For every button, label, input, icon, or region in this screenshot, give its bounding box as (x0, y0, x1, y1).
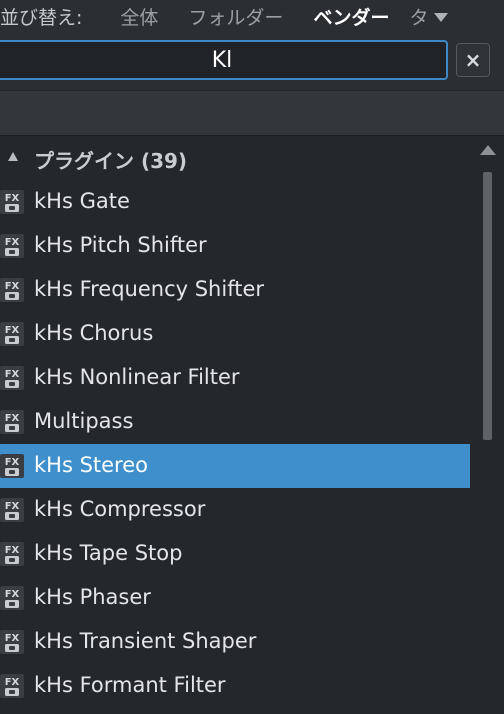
plugin-list-item-label: kHs Frequency Shifter (34, 277, 265, 301)
plugin-list-item-label: kHs Stereo (34, 453, 148, 477)
plugin-list-item[interactable]: FX kHs Nonlinear Filter (0, 356, 470, 400)
close-icon: × (464, 48, 482, 72)
search-row: × (0, 32, 504, 90)
svg-text:FX: FX (5, 413, 20, 424)
plugin-list-item-label: kHs Nonlinear Filter (34, 365, 240, 389)
plugin-list-item-label: kHs Phaser (34, 585, 151, 609)
plugin-list-item-label: kHs Tape Stop (34, 541, 183, 565)
plugin-list-item-label: kHs Gate (34, 189, 130, 213)
svg-text:FX: FX (5, 545, 20, 556)
fx-plugin-icon: FX (0, 190, 26, 216)
fx-plugin-icon: FX (0, 498, 26, 524)
svg-text:FX: FX (5, 369, 20, 380)
plugin-list-item[interactable]: FX kHs Gate (0, 180, 470, 224)
svg-text:FX: FX (5, 281, 20, 292)
plugin-browser: 並び替え: 全体 フォルダー ベンダー タ × プラグイン (39) FX kHs… (0, 0, 504, 714)
svg-text:FX: FX (5, 589, 20, 600)
svg-text:FX: FX (5, 457, 20, 468)
fx-plugin-icon: FX (0, 278, 26, 304)
svg-text:FX: FX (5, 501, 20, 512)
plugin-list-item[interactable]: FX kHs Pitch Shifter (0, 224, 470, 268)
plugin-list: プラグイン (39) FX kHs Gate FX kHs Pitch Shifter… (0, 136, 472, 714)
fx-plugin-icon: FX (0, 366, 26, 392)
plugin-group-header[interactable]: プラグイン (39) (0, 136, 472, 180)
plugin-list-item-label: kHs Formant Filter (34, 673, 226, 697)
plugin-list-item-label: kHs Pitch Shifter (34, 233, 207, 257)
sort-label: 並び替え: (0, 6, 83, 29)
collapse-triangle-icon[interactable] (8, 152, 18, 161)
fx-plugin-icon: FX (0, 630, 26, 656)
plugin-list-item-label: kHs Chorus (34, 321, 154, 345)
fx-plugin-icon: FX (0, 674, 26, 700)
fx-plugin-icon: FX (0, 410, 26, 436)
search-input[interactable] (0, 40, 448, 80)
svg-text:FX: FX (5, 325, 20, 336)
scrollbar-thumb[interactable] (483, 172, 492, 440)
plugin-list-item[interactable]: FX kHs Tape Stop (0, 532, 470, 576)
scroll-up-arrow-icon[interactable] (480, 145, 496, 155)
plugin-group-label: プラグイン (39) (34, 149, 188, 173)
plugin-list-item[interactable]: FX Multipass (0, 400, 470, 444)
plugin-list-item[interactable]: FX kHs Phaser (0, 576, 470, 620)
sort-bar: 並び替え: 全体 フォルダー ベンダー タ (0, 0, 504, 32)
sort-option-folder[interactable]: フォルダー (188, 3, 283, 30)
plugin-list-item-label: Multipass (34, 409, 134, 433)
svg-text:FX: FX (5, 633, 20, 644)
sort-option-vendor[interactable]: ベンダー (313, 3, 389, 30)
sort-option-type[interactable]: タ (409, 3, 428, 30)
plugin-list-item[interactable]: FX kHs Chorus (0, 312, 470, 356)
chevron-down-icon[interactable] (434, 12, 449, 22)
sort-option-all[interactable]: 全体 (120, 3, 158, 30)
plugin-list-item[interactable]: FX kHs Frequency Shifter (0, 268, 470, 312)
plugin-list-item[interactable]: FX kHs Stereo (0, 444, 470, 488)
clear-search-button[interactable]: × (456, 43, 490, 77)
plugin-list-item-label: kHs Transient Shaper (34, 629, 257, 653)
fx-plugin-icon: FX (0, 322, 26, 348)
filter-band (0, 90, 504, 136)
plugin-list-item[interactable]: FX kHs Formant Filter (0, 664, 470, 708)
fx-plugin-icon: FX (0, 542, 26, 568)
fx-plugin-icon: FX (0, 454, 26, 480)
svg-text:FX: FX (5, 193, 20, 204)
svg-text:FX: FX (5, 677, 20, 688)
plugin-list-item[interactable]: FX kHs Compressor (0, 488, 470, 532)
plugin-list-item-label: kHs Compressor (34, 497, 206, 521)
plugin-list-item[interactable]: FX kHs Transient Shaper (0, 620, 470, 664)
fx-plugin-icon: FX (0, 586, 26, 612)
fx-plugin-icon: FX (0, 234, 26, 260)
svg-text:FX: FX (5, 237, 20, 248)
